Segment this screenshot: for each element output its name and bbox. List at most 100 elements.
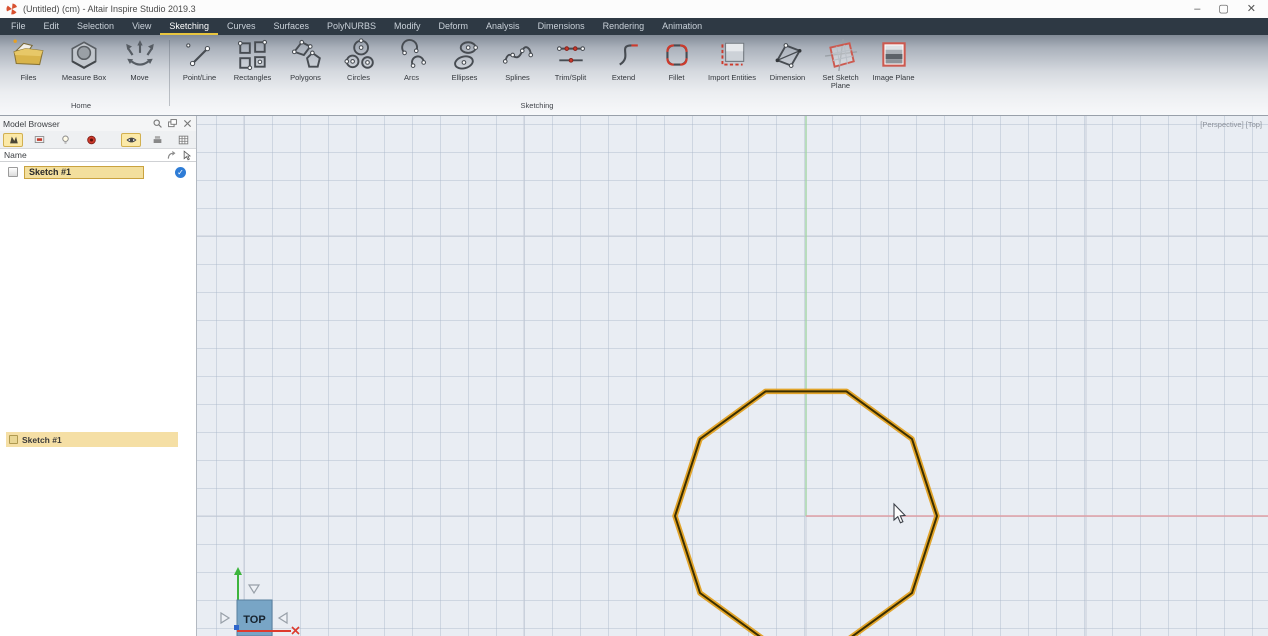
tool-image-plane[interactable]: Image Plane [867,38,920,82]
tool-label: Circles [347,74,370,82]
tool-label: Dimension [770,74,805,82]
fillet-icon [660,38,694,72]
tool-label: Ellipses [452,74,478,82]
tool-set-sketch-plane[interactable]: Set Sketch Plane [814,38,867,90]
list-view-button[interactable] [147,133,167,147]
tool-point-line[interactable]: Point/Line [173,38,226,82]
arcs-icon [395,38,429,72]
menu-deform[interactable]: Deform [430,18,478,35]
tool-label: Arcs [404,74,419,82]
menu-edit[interactable]: Edit [35,18,69,35]
viewport-canvas[interactable]: TOP [Perspective] [Top] [197,116,1268,636]
files-icon [12,38,46,72]
tool-label: Set Sketch Plane [819,74,863,90]
tool-import-entities[interactable]: Import Entities [703,38,761,82]
menu-dimensions[interactable]: Dimensions [529,18,594,35]
printer-stack-icon [151,134,164,146]
tool-polygons[interactable]: Polygons [279,38,332,82]
tool-label: Polygons [290,74,321,82]
view-cube-face-label: TOP [243,614,265,626]
menu-view[interactable]: View [123,18,160,35]
tool-trim-split[interactable]: Trim/Split [544,38,597,82]
ribbon-group-home: Home [0,101,162,110]
menu-selection[interactable]: Selection [68,18,123,35]
grid-major-lines [197,116,1268,636]
browser-tab-record[interactable] [81,133,101,147]
record-icon [85,134,98,146]
move-icon [123,38,157,72]
search-icon[interactable] [152,118,163,129]
tool-fillet[interactable]: Fillet [650,38,703,82]
tool-label: Measure Box [62,74,106,82]
select-cursor-icon[interactable] [181,150,192,161]
tool-label: Move [130,74,148,82]
table-view-button[interactable] [173,133,193,147]
window-title: (Untitled) (cm) - Altair Inspire Studio … [23,4,196,14]
altair-logo-icon [6,3,18,15]
sketch-list-row-sketch1[interactable]: Sketch #1 [6,432,178,447]
rotate-down-arrow-icon[interactable] [249,585,259,593]
tool-circles[interactable]: Circles [332,38,385,82]
tool-extend[interactable]: Extend [597,38,650,82]
menu-polynurbs[interactable]: PolyNURBS [318,18,385,35]
mouse-cursor-icon [894,504,905,523]
rotate-right-arrow-icon[interactable] [279,613,287,623]
browser-tab-display[interactable] [29,133,49,147]
sketch-item-chip[interactable]: Sketch #1 [24,166,144,179]
minimize-button[interactable]: – [1194,4,1200,14]
tool-files[interactable]: Files [2,38,55,82]
widget-axis-x-marker-icon [292,627,299,634]
menu-sketching[interactable]: Sketching [160,18,218,35]
import-entities-icon [715,38,749,72]
ribbon: Files Measure Box [0,35,1268,116]
ellipses-icon [448,38,482,72]
menu-modify[interactable]: Modify [385,18,430,35]
browser-tab-model[interactable] [3,133,23,147]
tool-label: Image Plane [872,74,914,82]
splines-icon [501,38,535,72]
app-window: (Untitled) (cm) - Altair Inspire Studio … [0,0,1268,636]
model-browser-panel: Model Browser [0,116,197,636]
menu-surfaces[interactable]: Surfaces [264,18,318,35]
model-browser-row-sketch1[interactable]: Sketch #1 ✓ [0,164,196,180]
close-panel-icon[interactable] [182,118,193,129]
tool-splines[interactable]: Splines [491,38,544,82]
maximize-button[interactable]: ▢ [1218,4,1228,14]
measure-box-icon [67,38,101,72]
link-filter-icon[interactable] [166,150,177,161]
set-sketch-plane-icon [824,38,858,72]
active-check-icon: ✓ [175,167,186,178]
tool-ellipses[interactable]: Ellipses [438,38,491,82]
menu-rendering[interactable]: Rendering [594,18,654,35]
tool-dimension[interactable]: Dimension [761,38,814,82]
visibility-checkbox[interactable] [8,167,18,177]
tool-measure-box[interactable]: Measure Box [55,38,113,82]
tool-label: Point/Line [183,74,216,82]
view-mode-label: [Perspective] [Top] [1200,120,1262,129]
rotate-left-arrow-icon[interactable] [221,613,229,623]
cascade-panels-icon[interactable] [167,118,178,129]
dimension-icon [771,38,805,72]
menu-animation[interactable]: Animation [653,18,711,35]
tool-move[interactable]: Move [113,38,166,82]
extend-icon [607,38,641,72]
viewport-overlay: TOP [197,116,1268,636]
tool-label: Splines [505,74,530,82]
circles-icon [342,38,376,72]
sketch-thumb-icon [9,435,18,444]
eye-icon [125,134,138,146]
visibility-filter-button[interactable] [121,133,141,147]
menu-analysis[interactable]: Analysis [477,18,529,35]
table-grid-icon [177,134,190,146]
menu-curves[interactable]: Curves [218,18,265,35]
menu-bar: File Edit Selection View Sketching Curve… [0,18,1268,35]
tool-label: Fillet [669,74,685,82]
name-column-header[interactable]: Name [4,150,27,160]
tool-arcs[interactable]: Arcs [385,38,438,82]
tool-rectangles[interactable]: Rectangles [226,38,279,82]
close-button[interactable]: ✕ [1247,4,1256,14]
view-cube-widget[interactable]: TOP [221,567,299,636]
menu-file[interactable]: File [2,18,35,35]
ribbon-group-divider [169,40,170,106]
browser-tab-lights[interactable] [55,133,75,147]
